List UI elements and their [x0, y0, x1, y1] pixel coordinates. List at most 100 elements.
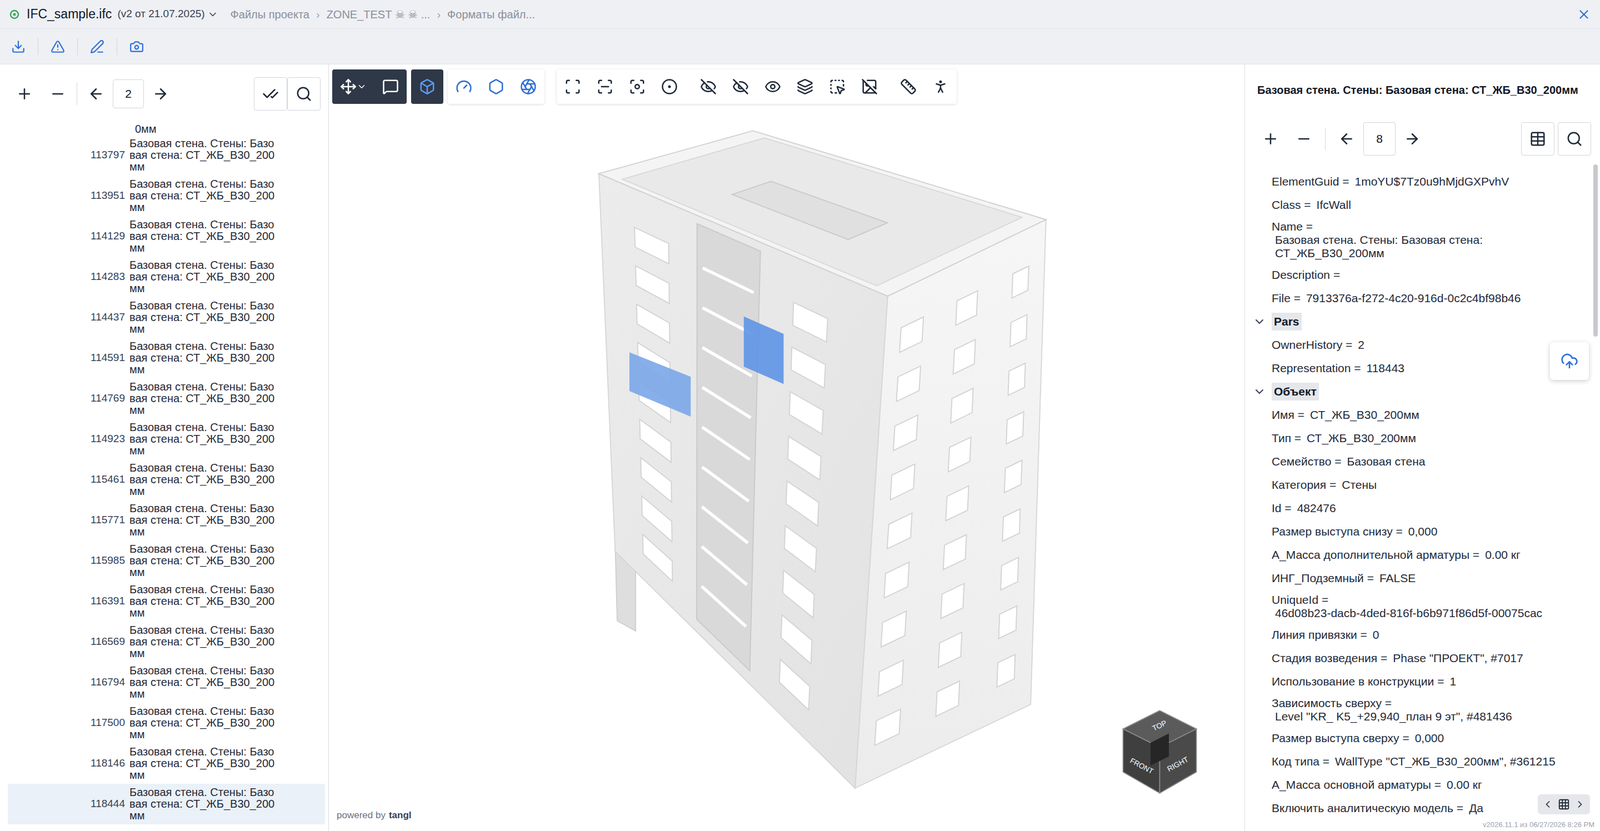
grid-icon[interactable] — [1557, 798, 1570, 811]
hide-button[interactable] — [692, 69, 725, 104]
property-value: Базовая стена. Стены: Базовая стена: СТ_… — [1271, 233, 1587, 260]
scrollbar-thumb[interactable] — [1593, 164, 1598, 337]
property-value: 46d08b23-dacb-4ded-816f-b6b971f86d5f-000… — [1271, 606, 1587, 620]
powered-by: powered bytangl — [336, 808, 412, 823]
tree-item[interactable]: 114591Базовая стена. Стены: Базовая стен… — [7, 337, 325, 379]
tree-item-name: Базовая стена. Стены: Базовая стена: СТ_… — [129, 340, 275, 376]
prev-page-button[interactable] — [79, 77, 113, 111]
breadcrumb-item[interactable]: Форматы файл... — [447, 6, 535, 23]
section-header[interactable]: Pars — [1252, 310, 1587, 334]
collapse-button[interactable] — [1287, 122, 1321, 156]
tool-group — [447, 69, 545, 104]
properties-toolbar: 8 — [1245, 115, 1600, 163]
stair-landing — [701, 586, 747, 627]
nav-cube[interactable]: TOPFRONTRIGHT — [1113, 706, 1206, 798]
tree-item[interactable]: 114769Базовая стена. Стены: Базовая стен… — [7, 378, 325, 419]
upload-button[interactable] — [1550, 342, 1589, 380]
render-button[interactable] — [512, 69, 545, 104]
model-canvas[interactable] — [328, 64, 1245, 831]
tree-item-name: Базовая стена. Стены: Базовая стена: СТ_… — [129, 381, 275, 417]
tree-item[interactable]: 114129Базовая стена. Стены: Базовая стен… — [7, 216, 325, 257]
stair-landing — [702, 267, 754, 293]
page-input[interactable]: 8 — [1363, 122, 1396, 156]
stair-landing — [702, 427, 750, 460]
property-row: Категория =Стены — [1271, 473, 1587, 497]
collapse-button[interactable] — [41, 77, 75, 111]
tree-toolbar: 2 — [0, 64, 329, 123]
version-label: v2026.11.1 из 06/27/2026 8:26 PM — [1482, 819, 1595, 831]
property-value: 2 — [1357, 338, 1365, 352]
settings-button[interactable] — [480, 69, 513, 104]
next-page-button[interactable] — [143, 77, 178, 111]
performance-button[interactable] — [447, 69, 480, 104]
focus-button[interactable] — [621, 69, 654, 104]
expand-button[interactable] — [7, 77, 42, 111]
property-key: File = — [1271, 291, 1301, 305]
comments-button[interactable] — [374, 69, 407, 104]
box-select-button[interactable] — [821, 69, 854, 104]
prev-page-button[interactable] — [1330, 122, 1364, 156]
cube-top-label: TOP — [1151, 718, 1169, 733]
selected-wall[interactable] — [743, 316, 784, 384]
select-all-button[interactable] — [253, 77, 288, 111]
tree-item[interactable]: 113951Базовая стена. Стены: Базовая стен… — [7, 175, 325, 217]
table-view-button[interactable] — [1521, 122, 1555, 156]
navigate-button[interactable] — [332, 69, 375, 104]
tree-item[interactable]: 116794Базовая стена. Стены: Базовая стен… — [7, 662, 325, 703]
window — [1011, 266, 1029, 299]
tree-item[interactable]: 118444Базовая стена. Стены: Базовая стен… — [7, 783, 325, 825]
center-button[interactable] — [653, 69, 686, 104]
search-button[interactable] — [1557, 122, 1592, 156]
breadcrumb-item[interactable]: ZONE_TEST ☠ ☠ ... — [326, 6, 431, 23]
tree-item[interactable]: 116569Базовая стена. Стены: Базовая стен… — [7, 621, 325, 663]
version-dropdown-icon[interactable] — [207, 8, 219, 20]
property-key: Размер выступа снизу = — [1271, 525, 1403, 539]
file-version[interactable]: (v2 от 21.07.2025) — [117, 6, 205, 23]
model-button[interactable] — [411, 69, 444, 104]
tree-item[interactable]: 117500Базовая стена. Стены: Базовая стен… — [7, 702, 325, 744]
viewer[interactable]: powered bytangl TOPFRONTRIGHT — [328, 64, 1245, 831]
page-input[interactable]: 2 — [112, 79, 144, 109]
markup-icon[interactable] — [90, 39, 105, 54]
selected-wall[interactable] — [629, 352, 691, 417]
fit-selected-button[interactable] — [588, 69, 622, 104]
tree-item[interactable]: 115985Базовая стена. Стены: Базовая стен… — [7, 540, 325, 582]
show-all-button[interactable] — [756, 69, 789, 104]
tree-item[interactable]: 116391Базовая стена. Стены: Базовая стен… — [7, 581, 325, 622]
window — [1006, 411, 1024, 444]
property-key: Description = — [1271, 268, 1340, 282]
next-icon[interactable] — [1574, 798, 1586, 810]
download-icon[interactable] — [11, 39, 26, 54]
tree-item[interactable]: 118146Базовая стена. Стены: Базовая стен… — [7, 743, 325, 784]
fit-all-button[interactable] — [556, 69, 589, 104]
chevron-icon[interactable] — [1252, 385, 1267, 399]
tree-item[interactable]: 114437Базовая стена. Стены: Базовая стен… — [7, 297, 325, 338]
tree-item[interactable]: 114923Базовая стена. Стены: Базовая стен… — [7, 418, 325, 460]
tree-item[interactable]: 113797Базовая стена. Стены: Базовая стен… — [7, 135, 325, 176]
breadcrumb-item[interactable]: Файлы проекта — [230, 6, 310, 23]
walk-button[interactable] — [924, 69, 957, 104]
property-key: А_Масса дополнительной арматуры = — [1271, 548, 1480, 562]
section-header[interactable]: Объект — [1252, 380, 1587, 404]
property-value: 1 — [1449, 675, 1457, 689]
tree-item[interactable]: 115461Базовая стена. Стены: Базовая стен… — [7, 459, 325, 500]
property-row: Name =Базовая стена. Стены: Базовая стен… — [1271, 216, 1587, 264]
tree-item[interactable]: 115771Базовая стена. Стены: Базовая стен… — [7, 500, 325, 541]
next-page-button[interactable] — [1395, 122, 1429, 156]
hide-others-button[interactable] — [724, 69, 757, 104]
snapshot-icon[interactable] — [129, 39, 144, 54]
search-button[interactable] — [287, 77, 321, 111]
hide-images-button[interactable] — [853, 69, 886, 104]
window — [899, 317, 924, 353]
close-icon[interactable] — [1576, 7, 1592, 22]
issue-icon[interactable] — [50, 39, 65, 54]
expand-button[interactable] — [1253, 122, 1288, 156]
tree-item-name: Базовая стена. Стены: Базовая стена: СТ_… — [129, 218, 275, 254]
tree-item-id: 115771 — [7, 512, 130, 529]
measure-button[interactable] — [892, 69, 925, 104]
tree-item[interactable]: 114283Базовая стена. Стены: Базовая стен… — [7, 256, 325, 298]
prev-icon[interactable] — [1542, 798, 1554, 810]
chevron-icon[interactable] — [1252, 315, 1267, 329]
scrollbar[interactable] — [1593, 162, 1600, 831]
isolate-button[interactable] — [788, 69, 822, 104]
